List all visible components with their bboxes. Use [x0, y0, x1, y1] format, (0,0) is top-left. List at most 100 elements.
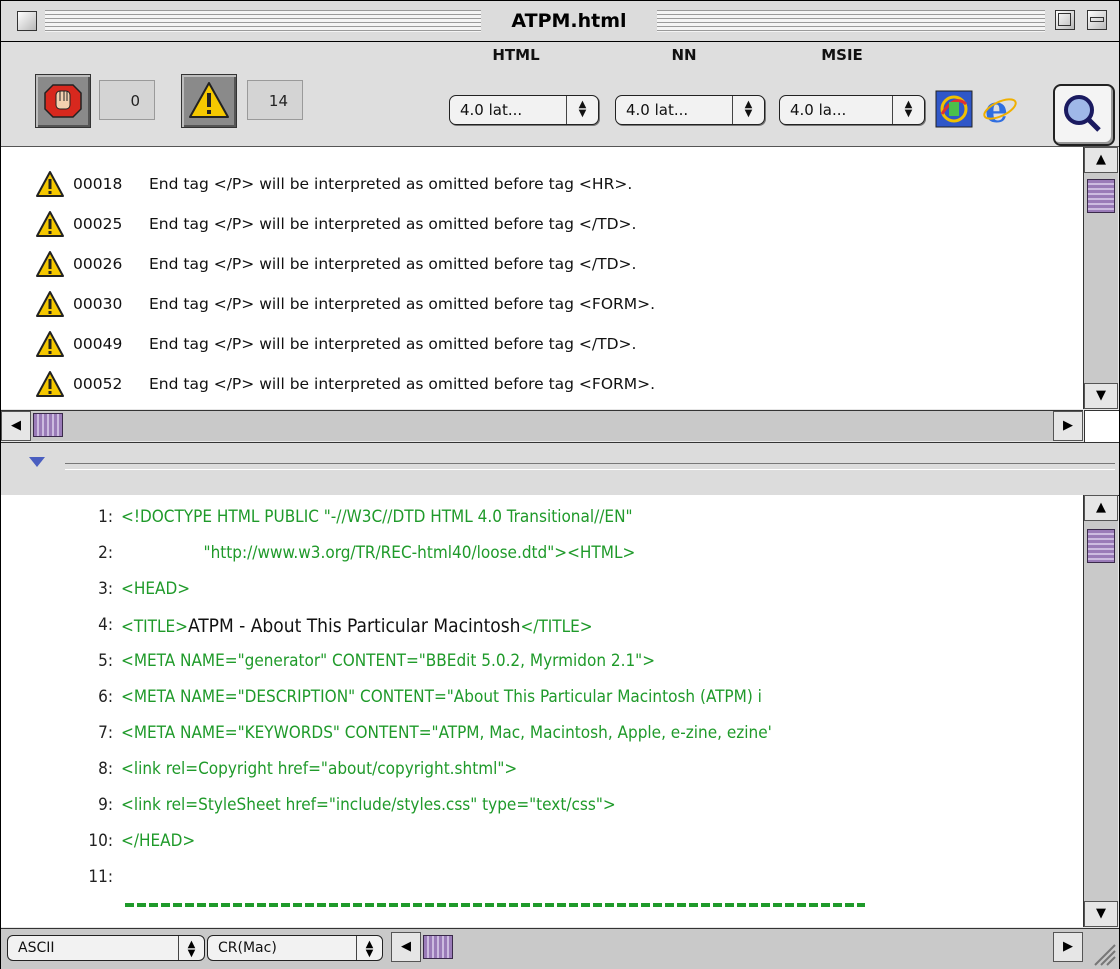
source-view[interactable]: 1: <!DOCTYPE HTML PUBLIC "-//W3C//DTD HT…: [1, 495, 1083, 927]
message-code: 00018: [73, 175, 123, 193]
scroll-corner: [1084, 410, 1119, 442]
updown-arrows-icon: ▲ ▼: [356, 936, 382, 960]
scroll-thumb[interactable]: [1087, 179, 1115, 213]
title-text: ATPM - About This Particular Macintosh: [188, 615, 521, 637]
errors-count: 0: [99, 80, 155, 120]
title-open-tag: <TITLE>: [121, 617, 188, 637]
html-version-popup[interactable]: 4.0 lat... ▲ ▼: [449, 95, 599, 125]
message-text: End tag </P> will be interpreted as omit…: [149, 175, 633, 193]
source-line: 11:: [1, 861, 1083, 897]
scroll-left-arrow-icon[interactable]: ◀: [391, 932, 421, 962]
resize-grip-icon[interactable]: [1087, 937, 1117, 967]
messages-vertical-scrollbar[interactable]: ▲ ▼: [1083, 147, 1118, 409]
line-number: 10:: [88, 831, 113, 851]
line-number: 6:: [98, 687, 113, 707]
scroll-thumb[interactable]: [1087, 529, 1115, 563]
message-row[interactable]: 00049 End tag </P> will be interpreted a…: [1, 325, 1083, 365]
collapse-box[interactable]: [1087, 10, 1107, 30]
message-text: End tag </P> will be interpreted as omit…: [149, 255, 637, 273]
updown-arrows-icon: ▲ ▼: [892, 96, 924, 124]
line-code: <META NAME="generator" CONTENT="BBEdit 5…: [121, 651, 656, 671]
line-code: </HEAD>: [121, 831, 196, 851]
source-line: 5: <META NAME="generator" CONTENT="BBEdi…: [1, 645, 1083, 681]
netscape-icon[interactable]: [935, 90, 973, 128]
warning-icon: [36, 211, 64, 237]
message-text: End tag </P> will be interpreted as omit…: [149, 215, 637, 233]
messages-horizontal-scrollbar[interactable]: ◀ ▶: [1, 410, 1083, 441]
scroll-thumb[interactable]: [423, 935, 453, 959]
line-code: <!DOCTYPE HTML PUBLIC "-//W3C//DTD HTML …: [121, 507, 633, 527]
warning-icon: [189, 82, 229, 118]
magnifier-icon: [1064, 95, 1101, 132]
source-line: 2: "http://www.w3.org/TR/REC-html40/loos…: [1, 537, 1083, 573]
message-code: 00026: [73, 255, 123, 273]
title-bar[interactable]: ATPM.html: [1, 1, 1119, 42]
warning-icon: [36, 371, 64, 397]
source-vertical-scrollbar[interactable]: ▲ ▼: [1083, 495, 1118, 927]
scroll-up-arrow-icon[interactable]: ▲: [1084, 495, 1118, 521]
line-number: 1:: [98, 507, 113, 527]
source-line: 8: <link rel=Copyright href="about/copyr…: [1, 753, 1083, 789]
message-row[interactable]: 00026 End tag </P> will be interpreted a…: [1, 245, 1083, 285]
message-code: 00052: [73, 375, 123, 393]
errors-button[interactable]: [35, 74, 91, 128]
line-code: <link rel=Copyright href="about/copyrigh…: [121, 759, 518, 779]
magnifier-button[interactable]: [1053, 84, 1115, 146]
message-code: 00049: [73, 335, 123, 353]
source-line: 10: </HEAD>: [1, 825, 1083, 861]
source-line: 3: <HEAD>: [1, 573, 1083, 609]
warnings-button[interactable]: [181, 74, 237, 128]
close-box[interactable]: [17, 11, 37, 31]
scroll-thumb[interactable]: [33, 413, 63, 437]
line-code: <link rel=StyleSheet href="include/style…: [121, 795, 616, 815]
msie-version-label: MSIE: [821, 46, 863, 64]
scroll-up-arrow-icon[interactable]: ▲: [1084, 147, 1118, 173]
scroll-right-arrow-icon[interactable]: ▶: [1053, 411, 1083, 441]
disclosure-triangle-icon[interactable]: [29, 457, 45, 467]
scroll-down-arrow-icon[interactable]: ▼: [1084, 901, 1118, 927]
nn-version-value: 4.0 lat...: [626, 101, 689, 119]
line-code: <HEAD>: [121, 579, 191, 599]
line-code: "http://www.w3.org/TR/REC-html40/loose.d…: [121, 543, 636, 563]
source-line: 4: <TITLE>ATPM - About This Particular M…: [1, 609, 1083, 645]
message-code: 00025: [73, 215, 123, 233]
line-code: <META NAME="DESCRIPTION" CONTENT="About …: [121, 687, 762, 707]
message-row[interactable]: 00030 End tag </P> will be interpreted a…: [1, 285, 1083, 325]
nn-version-label: NN: [671, 46, 697, 64]
source-line: 7: <META NAME="KEYWORDS" CONTENT="ATPM, …: [1, 717, 1083, 753]
internet-explorer-icon[interactable]: e: [981, 90, 1019, 128]
line-code: <TITLE>ATPM - About This Particular Maci…: [121, 615, 593, 637]
encoding-popup[interactable]: ASCII ▲ ▼: [7, 935, 205, 961]
zoom-box[interactable]: [1055, 10, 1075, 30]
toolbar: 0 14 HTML 4.0 lat... ▲ ▼ NN 4.0 lat... ▲ ▼…: [1, 42, 1119, 147]
message-text: End tag </P> will be interpreted as omit…: [149, 335, 637, 353]
title-close-tag: </TITLE>: [520, 617, 593, 637]
partial-line-cutoff: [125, 895, 865, 907]
scroll-right-arrow-icon[interactable]: ▶: [1053, 932, 1083, 962]
line-endings-value: CR(Mac): [218, 940, 277, 956]
status-bar: ASCII ▲ ▼ CR(Mac) ▲ ▼ ◀ ▶: [1, 928, 1119, 969]
messages-list[interactable]: 00018 End tag </P> will be interpreted a…: [1, 147, 1083, 409]
line-number: 9:: [98, 795, 113, 815]
scroll-left-arrow-icon[interactable]: ◀: [1, 411, 31, 441]
scroll-down-arrow-icon[interactable]: ▼: [1084, 383, 1118, 409]
window-title: ATPM.html: [481, 8, 657, 34]
message-row[interactable]: 00052 End tag </P> will be interpreted a…: [1, 365, 1083, 405]
line-number: 11:: [88, 867, 113, 887]
stop-hand-icon: [44, 84, 82, 118]
pane-splitter[interactable]: [1, 442, 1119, 496]
nn-version-popup[interactable]: 4.0 lat... ▲ ▼: [615, 95, 765, 125]
msie-version-popup[interactable]: 4.0 la... ▲ ▼: [779, 95, 925, 125]
html-version-value: 4.0 lat...: [460, 101, 523, 119]
line-number: 8:: [98, 759, 113, 779]
source-line: 1: <!DOCTYPE HTML PUBLIC "-//W3C//DTD HT…: [1, 501, 1083, 537]
message-row[interactable]: 00025 End tag </P> will be interpreted a…: [1, 205, 1083, 245]
message-row[interactable]: 00018 End tag </P> will be interpreted a…: [1, 165, 1083, 205]
message-text: End tag </P> will be interpreted as omit…: [149, 375, 656, 393]
updown-arrows-icon: ▲ ▼: [732, 96, 764, 124]
warning-icon: [36, 171, 64, 197]
line-number: 2:: [98, 543, 113, 563]
updown-arrows-icon: ▲ ▼: [566, 96, 598, 124]
line-endings-popup[interactable]: CR(Mac) ▲ ▼: [207, 935, 383, 961]
encoding-value: ASCII: [18, 940, 55, 956]
